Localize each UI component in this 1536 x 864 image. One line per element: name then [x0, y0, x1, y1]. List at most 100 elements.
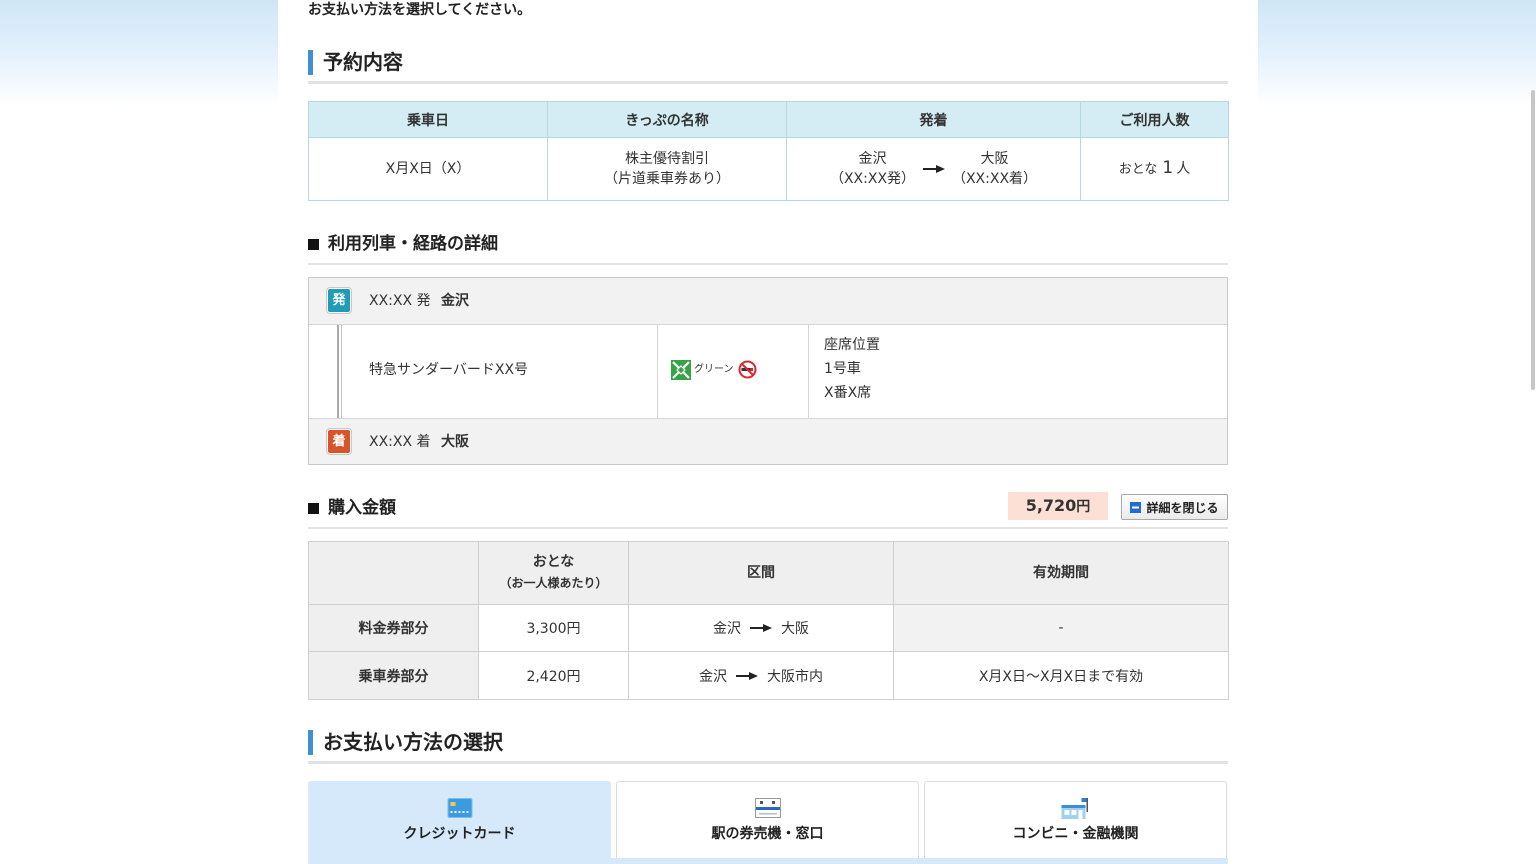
purchase-heading: 購入金額 5,720円 詳細を閉じる — [308, 492, 1228, 529]
heading-accent-bar — [308, 50, 313, 75]
total-amount: 5,720 — [1025, 496, 1077, 515]
seat-number: X番X席 — [824, 385, 872, 401]
green-car-icon — [671, 360, 691, 380]
total-price: 5,720円 — [1008, 492, 1108, 520]
section-route: 金沢 大阪市内 — [699, 666, 823, 686]
green-car-label: グリーン — [694, 364, 734, 375]
tab-credit-card[interactable]: クレジットカード — [308, 781, 611, 864]
section-from: 金沢 — [699, 668, 727, 685]
train-name: 特急サンダーバードXX号 — [369, 362, 529, 378]
header-passengers: ご利用人数 — [1080, 101, 1229, 138]
close-details-label: 詳細を閉じる — [1146, 500, 1219, 515]
arrow-right-icon — [922, 165, 945, 173]
route-track-line — [337, 325, 342, 418]
heading-square-icon — [308, 239, 319, 250]
route-detail-box: 発 XX:XX 発 金沢 特急サンダーバードXX号 グリーン 座席位置 1号車 … — [308, 277, 1228, 465]
arrow-right-icon — [750, 624, 772, 632]
header-adult: おとな （お一人様あたり） — [478, 541, 629, 605]
departure-time: XX:XX 発 — [369, 293, 431, 309]
header-adult-note: （お一人様あたり） — [499, 576, 608, 590]
passenger-type: おとな — [1118, 162, 1158, 177]
section-from: 金沢 — [713, 621, 741, 637]
row-validity: - — [893, 604, 1229, 652]
row-validity: X月X日～X月X日まで有効 — [893, 651, 1229, 700]
departure-time: （XX:XX発） — [829, 171, 916, 187]
arrow-right-icon — [736, 671, 758, 680]
no-smoking-icon — [738, 360, 757, 379]
header-ticket-name: きっぷの名称 — [547, 101, 787, 138]
route-detail-heading: 利用列車・経路の詳細 — [308, 230, 1228, 265]
reservation-heading: 予約内容 — [308, 48, 1228, 84]
arrival-row: 着 XX:XX 着 大阪 — [309, 418, 1227, 464]
departure-badge: 発 — [328, 289, 350, 312]
section-route: 金沢 大阪 — [713, 618, 809, 638]
departure-block: 金沢 （XX:XX発） — [823, 149, 923, 189]
table-row: 乗車券部分 2,420円 金沢 大阪市内 X月X日～X月X日まで有効 — [308, 651, 1229, 700]
convenience-store-icon — [1061, 798, 1088, 819]
instruction-text: お支払い方法を選択してください。 — [308, 2, 532, 18]
main-content: お支払い方法を選択してください。 予約内容 乗車日 きっぷの名称 発着 ご利用人… — [308, 0, 1229, 864]
tab-convenience-store-label: コンビニ・金融機関 — [1012, 826, 1139, 842]
ticket-name-note: （片道乗車券あり） — [604, 171, 730, 187]
tab-station-ticket-machine[interactable]: 駅の券売機・窓口 — [616, 781, 919, 858]
row-price: 3,300円 — [478, 604, 629, 652]
car-attributes-cell: グリーン — [657, 325, 808, 418]
departure-station: 金沢 — [858, 151, 887, 167]
payment-heading: お支払い方法の選択 — [308, 728, 1228, 764]
total-unit: 円 — [1076, 499, 1091, 515]
train-row: 特急サンダーバードXX号 グリーン 座席位置 1号車 X番X席 — [309, 325, 1227, 418]
arrival-badge: 着 — [328, 430, 350, 453]
payment-method-tabs: クレジットカード 駅の券売機・窓口 コンビニ・金融機関 — [308, 781, 1228, 864]
tab-convenience-store[interactable]: コンビニ・金融機関 — [924, 781, 1227, 858]
car-number: 1号車 — [824, 361, 861, 377]
credit-card-icon — [447, 798, 472, 818]
header-adult-label: おとな — [532, 554, 575, 570]
arrival-station: 大阪 — [980, 151, 1009, 167]
arrival-station: 大阪 — [441, 434, 469, 450]
route-cell: 金沢 （XX:XX発） 大阪 （XX:XX着） — [786, 137, 1081, 201]
payment-heading-text: お支払い方法の選択 — [323, 730, 503, 754]
departure-row: 発 XX:XX 発 金沢 — [309, 278, 1227, 325]
tab-station-ticket-machine-label: 駅の券売機・窓口 — [711, 826, 824, 842]
row-label: 乗車券部分 — [308, 651, 479, 700]
header-route: 発着 — [786, 101, 1081, 138]
price-table: おとな （お一人様あたり） 区間 有効期間 料金券部分 3,300円 金沢 大阪… — [308, 541, 1229, 700]
tab-credit-card-label: クレジットカード — [403, 826, 516, 842]
header-section: 区間 — [628, 541, 894, 605]
purchase-heading-text: 購入金額 — [328, 498, 396, 518]
row-section: 金沢 大阪市内 — [628, 651, 894, 700]
heading-square-icon — [308, 503, 319, 514]
ride-date: X月X日（X） — [308, 137, 548, 201]
row-label: 料金券部分 — [308, 604, 479, 652]
arrival-block: 大阪 （XX:XX着） — [945, 149, 1045, 189]
arrival-time: XX:XX 着 — [369, 434, 431, 450]
ticket-icon — [754, 798, 781, 818]
header-date: 乗車日 — [308, 101, 548, 138]
ticket-name-cell: 株主優待割引 （片道乗車券あり） — [547, 137, 787, 201]
page-scrollbar-thumb[interactable] — [1531, 90, 1535, 390]
row-section: 金沢 大阪 — [628, 604, 894, 652]
seat-position-cell: 座席位置 1号車 X番X席 — [808, 325, 1227, 418]
reservation-header-row: 乗車日 きっぷの名称 発着 ご利用人数 — [308, 101, 1229, 138]
section-to: 大阪 — [781, 621, 809, 637]
departure-station: 金沢 — [441, 293, 469, 309]
section-to: 大阪市内 — [767, 668, 823, 685]
ticket-name: 株主優待割引 — [625, 151, 709, 167]
heading-accent-bar — [308, 730, 313, 755]
seat-label: 座席位置 — [824, 337, 880, 353]
route-detail-heading-text: 利用列車・経路の詳細 — [328, 234, 498, 254]
passengers-cell: おとな 1 人 — [1080, 137, 1229, 201]
price-header-row: おとな （お一人様あたり） 区間 有効期間 — [308, 541, 1229, 605]
page-column: お支払い方法を選択してください。 予約内容 乗車日 きっぷの名称 発着 ご利用人… — [278, 0, 1258, 864]
row-price: 2,420円 — [478, 651, 629, 700]
reservation-table: 乗車日 きっぷの名称 発着 ご利用人数 X月X日（X） 株主優待割引 （片道乗車… — [308, 101, 1229, 201]
header-validity: 有効期間 — [893, 541, 1229, 605]
passenger-unit: 人 — [1176, 161, 1191, 177]
header-blank — [308, 541, 479, 605]
reservation-data-row: X月X日（X） 株主優待割引 （片道乗車券あり） 金沢 （XX:XX発） 大阪 — [308, 137, 1229, 201]
table-row: 料金券部分 3,300円 金沢 大阪 - — [308, 604, 1229, 652]
close-details-button[interactable]: 詳細を閉じる — [1121, 494, 1228, 520]
arrival-time: （XX:XX着） — [951, 171, 1038, 187]
minus-icon — [1130, 501, 1142, 513]
reservation-heading-text: 予約内容 — [323, 50, 403, 74]
